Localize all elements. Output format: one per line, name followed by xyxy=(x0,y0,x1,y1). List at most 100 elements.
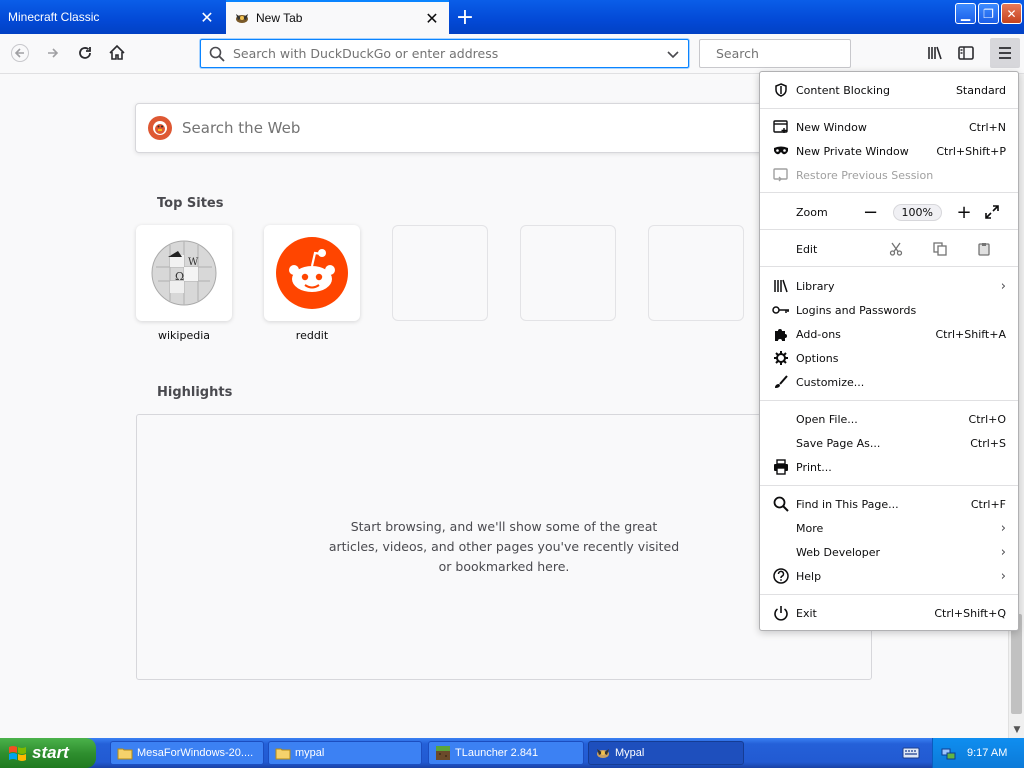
menu-item-label: Add-ons xyxy=(796,327,841,341)
chevron-down-icon[interactable] xyxy=(666,47,680,61)
close-icon[interactable]: ✕ xyxy=(423,9,441,28)
empty-site-tile xyxy=(648,225,744,321)
search-input[interactable] xyxy=(716,46,872,61)
menu-item-options[interactable]: Options xyxy=(760,347,1018,369)
shield-icon xyxy=(772,82,790,98)
taskbar-item-tlauncher[interactable]: TLauncher 2.841 xyxy=(428,741,584,765)
cut-button[interactable] xyxy=(874,242,918,256)
menu-item-exit[interactable]: Exit Ctrl+Shift+Q xyxy=(760,602,1018,624)
forward-button[interactable] xyxy=(38,38,68,68)
restore-session-icon xyxy=(772,167,790,183)
menu-item-more[interactable]: More › xyxy=(760,517,1018,539)
taskbar-item-mypal[interactable]: Mypal xyxy=(588,741,744,765)
close-icon[interactable]: ✕ xyxy=(198,8,216,27)
shortcut-label: Ctrl+N xyxy=(968,120,1006,134)
menu-item-logins[interactable]: Logins and Passwords xyxy=(760,299,1018,321)
site-tile[interactable]: Ω W xyxy=(136,225,232,321)
taskbar-item-mypal-folder[interactable]: mypal xyxy=(268,741,422,765)
forward-arrow-icon xyxy=(48,48,59,58)
back-button[interactable] xyxy=(5,38,35,68)
tab-minecraft-classic[interactable]: Minecraft Classic ✕ xyxy=(0,0,224,34)
zoom-level-button[interactable]: 100% xyxy=(892,203,942,221)
top-site-empty xyxy=(520,225,616,321)
menu-separator xyxy=(760,192,1018,193)
menu-item-new-window[interactable]: New Window Ctrl+N xyxy=(760,116,1018,138)
menu-item-help[interactable]: Help › xyxy=(760,565,1018,587)
back-arrow-icon xyxy=(11,44,29,62)
menu-item-content-blocking[interactable]: Content Blocking Standard xyxy=(760,79,1018,101)
menu-item-print[interactable]: Print... xyxy=(760,456,1018,478)
home-icon xyxy=(109,44,125,60)
menu-item-library[interactable]: Library › xyxy=(760,275,1018,297)
app-menu-button[interactable] xyxy=(990,38,1020,68)
site-label: wikipedia xyxy=(157,329,210,342)
fullscreen-button[interactable] xyxy=(978,204,1006,220)
menu-item-find[interactable]: Find in This Page... Ctrl+F xyxy=(760,493,1018,515)
network-icon[interactable] xyxy=(941,745,957,761)
shortcut-label: Ctrl+Shift+P xyxy=(936,144,1006,158)
reload-icon xyxy=(79,47,91,59)
library-button[interactable] xyxy=(920,38,950,68)
start-button[interactable]: start xyxy=(0,738,96,768)
site-label: reddit xyxy=(295,329,329,342)
gear-icon xyxy=(772,350,790,366)
url-input[interactable] xyxy=(233,46,666,61)
close-window-button[interactable]: ✕ xyxy=(1001,3,1022,24)
restore-button[interactable]: ❐ xyxy=(978,3,999,24)
reload-button[interactable] xyxy=(70,38,100,68)
menu-item-label: Customize... xyxy=(796,375,865,389)
printer-icon xyxy=(772,459,790,475)
zoom-out-button[interactable]: − xyxy=(857,202,885,223)
tab-new-tab[interactable]: New Tab ✕ xyxy=(226,0,449,34)
clipboard-icon xyxy=(978,243,990,256)
menu-item-open-file[interactable]: Open File... Ctrl+O xyxy=(760,408,1018,430)
sidebar-button[interactable] xyxy=(951,38,981,68)
menu-item-label: Save Page As... xyxy=(796,436,881,450)
site-tile[interactable] xyxy=(264,225,360,321)
scroll-down-arrow-icon[interactable]: ▼ xyxy=(1009,722,1024,738)
top-site-reddit[interactable]: reddit xyxy=(264,225,360,342)
chevron-right-icon: › xyxy=(1000,544,1006,560)
new-window-icon xyxy=(772,119,790,135)
taskbar-item-mesaforwindows[interactable]: MesaForWindows-20.... xyxy=(110,741,264,765)
taskbar-item-label: TLauncher 2.841 xyxy=(455,747,539,759)
hamburger-menu-icon xyxy=(999,47,1011,59)
help-icon xyxy=(772,568,790,584)
minimize-button[interactable]: ▁ xyxy=(955,3,976,24)
url-bar[interactable] xyxy=(200,39,689,68)
new-tab-button[interactable]: + xyxy=(452,4,478,30)
shortcut-label: Ctrl+Shift+Q xyxy=(934,606,1006,620)
menu-separator xyxy=(760,400,1018,401)
zoom-in-button[interactable]: + xyxy=(950,202,978,223)
menu-item-restore-session[interactable]: Restore Previous Session xyxy=(760,164,1018,186)
menu-item-customize[interactable]: Customize... xyxy=(760,371,1018,393)
shortcut-label: Ctrl+S xyxy=(970,436,1006,450)
menu-item-label: Zoom xyxy=(796,205,828,219)
menu-separator xyxy=(760,485,1018,486)
search-bar[interactable] xyxy=(699,39,872,68)
web-search-input[interactable] xyxy=(182,119,782,137)
clock[interactable]: 9:17 AM xyxy=(967,747,1007,759)
power-icon xyxy=(772,605,790,621)
menu-item-label: Open File... xyxy=(796,412,858,426)
menu-item-addons[interactable]: Add-ons Ctrl+Shift+A xyxy=(760,323,1018,345)
shortcut-label: Ctrl+Shift+A xyxy=(935,327,1006,341)
copy-button[interactable] xyxy=(918,242,962,256)
chevron-right-icon: › xyxy=(1000,568,1006,584)
menu-separator xyxy=(760,108,1018,109)
menu-item-edit: Edit xyxy=(760,238,1018,260)
duckduckgo-logo-icon xyxy=(148,116,172,140)
keyboard-icon[interactable] xyxy=(902,745,920,764)
mypal-icon xyxy=(597,749,609,758)
menu-item-web-developer[interactable]: Web Developer › xyxy=(760,541,1018,563)
library-icon xyxy=(772,278,790,294)
paste-button[interactable] xyxy=(962,242,1006,256)
top-site-wikipedia[interactable]: Ω W wikipedia xyxy=(136,225,232,342)
menu-separator xyxy=(760,229,1018,230)
private-mask-icon xyxy=(772,143,790,159)
navigation-toolbar xyxy=(0,34,1024,74)
menu-item-save-page[interactable]: Save Page As... Ctrl+S xyxy=(760,432,1018,454)
menu-item-new-private-window[interactable]: New Private Window Ctrl+Shift+P xyxy=(760,140,1018,162)
menu-item-label: Logins and Passwords xyxy=(796,303,917,317)
home-button[interactable] xyxy=(102,38,132,68)
